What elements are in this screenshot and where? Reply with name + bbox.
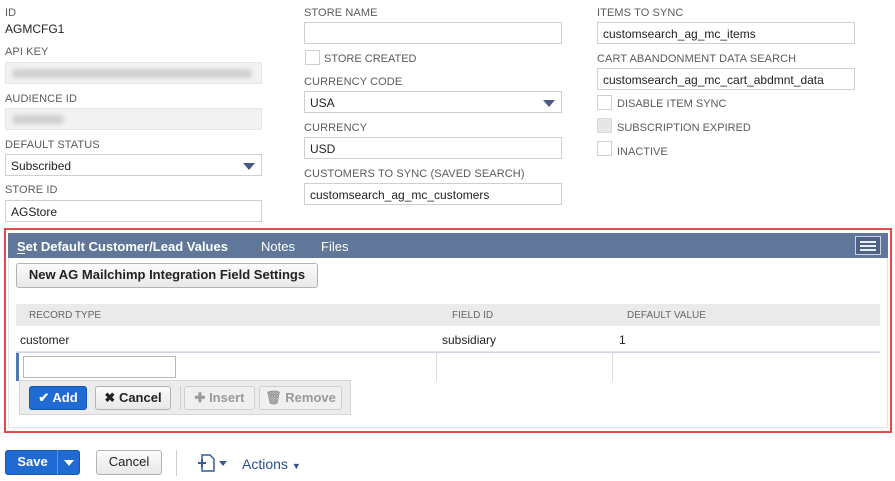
default-status-select[interactable]: Subscribed <box>5 154 262 176</box>
highlight-box <box>4 228 892 433</box>
currency-code-label: CURRENCY CODE <box>304 76 403 88</box>
cart-abandonment-label: CART ABANDONMENT DATA SEARCH <box>597 53 797 65</box>
items-to-sync-input[interactable]: customsearch_ag_mc_items <box>597 22 855 44</box>
footer-divider <box>176 450 177 476</box>
chevron-down-icon: ▼ <box>291 461 301 471</box>
cancel-label: Cancel <box>108 454 150 469</box>
redacted-audience-id <box>12 115 64 124</box>
add-document-icon[interactable] <box>196 452 228 474</box>
items-to-sync-value: customsearch_ag_mc_items <box>603 27 756 41</box>
store-created-label: STORE CREATED <box>324 53 417 65</box>
inactive-label: INACTIVE <box>617 146 668 158</box>
id-value: AGMCFG1 <box>5 22 65 36</box>
store-name-label: STORE NAME <box>304 7 378 19</box>
audience-id-label: AUDIENCE ID <box>5 93 77 105</box>
currency-value: USD <box>310 142 336 156</box>
inactive-checkbox[interactable] <box>597 141 612 156</box>
store-id-value: AGStore <box>11 205 58 219</box>
actions-label: Actions <box>242 456 288 472</box>
save-split-divider <box>57 450 58 475</box>
dropdown-arrow-icon <box>543 100 555 107</box>
currency-code-value: USA <box>310 96 335 110</box>
api-key-label: API KEY <box>5 46 49 58</box>
store-id-input[interactable]: AGStore <box>5 200 262 222</box>
subscription-expired-checkbox <box>597 118 612 133</box>
api-key-field <box>5 62 262 84</box>
store-id-label: STORE ID <box>5 184 58 196</box>
redacted-api-key <box>12 69 252 78</box>
cart-abandonment-input[interactable]: customsearch_ag_mc_cart_abdmnt_data <box>597 68 855 90</box>
currency-label: CURRENCY <box>304 122 368 134</box>
save-dropdown-icon[interactable] <box>64 460 74 466</box>
save-label: Save <box>17 454 48 469</box>
currency-input[interactable]: USD <box>304 137 562 159</box>
subscription-expired-label: SUBSCRIPTION EXPIRED <box>617 122 751 134</box>
actions-menu[interactable]: Actions ▼ <box>242 456 301 472</box>
id-label: ID <box>5 7 17 19</box>
dropdown-arrow-icon <box>243 163 255 170</box>
store-name-input[interactable] <box>304 22 562 44</box>
disable-item-sync-label: DISABLE ITEM SYNC <box>617 98 727 110</box>
disable-item-sync-checkbox[interactable] <box>597 95 612 110</box>
audience-id-field <box>5 108 262 130</box>
customers-to-sync-value: customsearch_ag_mc_customers <box>310 188 490 202</box>
customers-to-sync-input[interactable]: customsearch_ag_mc_customers <box>304 183 562 205</box>
currency-code-select[interactable]: USA <box>304 91 562 113</box>
default-status-value: Subscribed <box>11 159 72 173</box>
customers-to-sync-label: CUSTOMERS TO SYNC (SAVED SEARCH) <box>304 168 525 180</box>
cancel-button[interactable]: Cancel <box>96 450 162 475</box>
default-status-label: DEFAULT STATUS <box>5 139 100 151</box>
cart-abandonment-value: customsearch_ag_mc_cart_abdmnt_data <box>603 73 824 87</box>
store-created-checkbox[interactable] <box>305 50 320 65</box>
items-to-sync-label: ITEMS TO SYNC <box>597 7 684 19</box>
